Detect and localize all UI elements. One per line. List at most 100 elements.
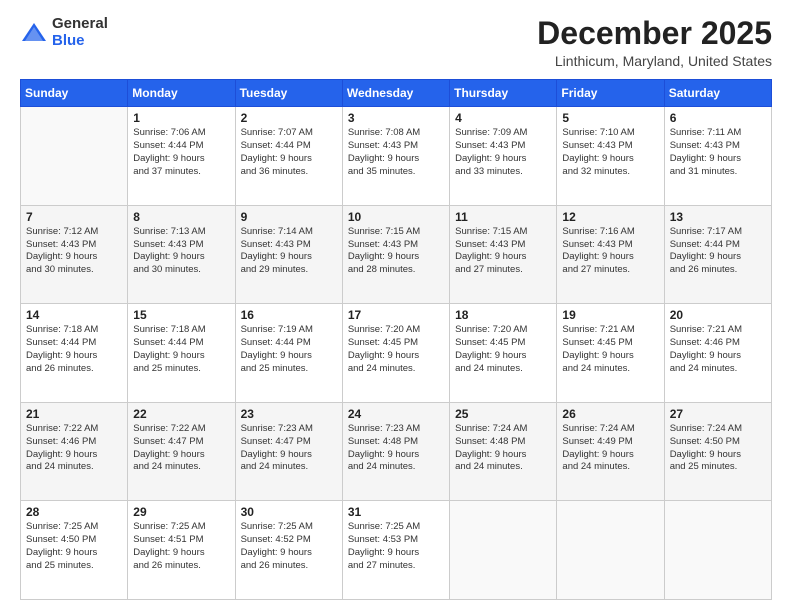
cell-info: Sunrise: 7:20 AM Sunset: 4:45 PM Dayligh… (348, 324, 444, 375)
calendar-cell: 11Sunrise: 7:15 AM Sunset: 4:43 PM Dayli… (450, 205, 557, 304)
calendar-cell: 22 Sunrise: 7:22 AM Sunset: 4:47 PM Dayli… (128, 402, 235, 501)
calendar-cell: 6 Sunrise: 7:11 AM Sunset: 4:43 PM Daylig… (664, 107, 771, 206)
day-number: 24 (348, 407, 444, 421)
calendar-cell: 18Sunrise: 7:20 AM Sunset: 4:45 PM Dayli… (450, 304, 557, 403)
day-number: 26 (562, 407, 658, 421)
cell-info: Sunrise: 7:24 AM Sunset: 4:48 PM Dayligh… (455, 423, 551, 474)
day-number: 12 (562, 210, 658, 224)
calendar-cell: 21 Sunrise: 7:22 AM Sunset: 4:46 PM Dayli… (21, 402, 128, 501)
day-number: 17 (348, 308, 444, 322)
calendar-cell: 30 Sunrise: 7:25 AM Sunset: 4:52 PM Dayli… (235, 501, 342, 600)
cell-info: Sunrise: 7:24 AM Sunset: 4:49 PM Dayligh… (562, 423, 658, 474)
calendar-week-row: 21 Sunrise: 7:22 AM Sunset: 4:46 PM Dayli… (21, 402, 772, 501)
cell-info: Sunrise: 7:16 AM Sunset: 4:43 PM Dayligh… (562, 226, 658, 277)
location: Linthicum, Maryland, United States (537, 53, 772, 69)
day-number: 15 (133, 308, 229, 322)
calendar-header-monday: Monday (128, 80, 235, 107)
calendar-cell: 19Sunrise: 7:21 AM Sunset: 4:45 PM Dayli… (557, 304, 664, 403)
calendar-week-row: 28 Sunrise: 7:25 AM Sunset: 4:50 PM Dayli… (21, 501, 772, 600)
calendar-cell: 24 Sunrise: 7:23 AM Sunset: 4:48 PM Dayli… (342, 402, 449, 501)
cell-info: Sunrise: 7:14 AM Sunset: 4:43 PM Dayligh… (241, 226, 337, 277)
calendar-week-row: 7 Sunrise: 7:12 AM Sunset: 4:43 PM Daylig… (21, 205, 772, 304)
calendar-cell: 12 Sunrise: 7:16 AM Sunset: 4:43 PM Dayli… (557, 205, 664, 304)
calendar-cell: 2 Sunrise: 7:07 AM Sunset: 4:44 PM Daylig… (235, 107, 342, 206)
calendar-cell: 26 Sunrise: 7:24 AM Sunset: 4:49 PM Dayli… (557, 402, 664, 501)
day-number: 4 (455, 111, 551, 125)
day-number: 11 (455, 210, 551, 224)
cell-info: Sunrise: 7:11 AM Sunset: 4:43 PM Dayligh… (670, 127, 766, 178)
cell-info: Sunrise: 7:22 AM Sunset: 4:46 PM Dayligh… (26, 423, 122, 474)
calendar-cell (450, 501, 557, 600)
calendar-table: SundayMondayTuesdayWednesdayThursdayFrid… (20, 79, 772, 600)
calendar-cell: 3Sunrise: 7:08 AM Sunset: 4:43 PM Daylig… (342, 107, 449, 206)
cell-info: Sunrise: 7:19 AM Sunset: 4:44 PM Dayligh… (241, 324, 337, 375)
cell-info: Sunrise: 7:09 AM Sunset: 4:43 PM Dayligh… (455, 127, 551, 178)
calendar-cell: 1Sunrise: 7:06 AM Sunset: 4:44 PM Daylig… (128, 107, 235, 206)
cell-info: Sunrise: 7:22 AM Sunset: 4:47 PM Dayligh… (133, 423, 229, 474)
day-number: 30 (241, 505, 337, 519)
day-number: 2 (241, 111, 337, 125)
calendar-week-row: 14Sunrise: 7:18 AM Sunset: 4:44 PM Dayli… (21, 304, 772, 403)
calendar-cell: 13Sunrise: 7:17 AM Sunset: 4:44 PM Dayli… (664, 205, 771, 304)
cell-info: Sunrise: 7:25 AM Sunset: 4:52 PM Dayligh… (241, 521, 337, 572)
calendar-header-sunday: Sunday (21, 80, 128, 107)
logo-blue: Blue (52, 32, 85, 49)
day-number: 10 (348, 210, 444, 224)
calendar-cell: 8 Sunrise: 7:13 AM Sunset: 4:43 PM Daylig… (128, 205, 235, 304)
day-number: 28 (26, 505, 122, 519)
month-title: December 2025 (537, 16, 772, 51)
calendar-cell (664, 501, 771, 600)
calendar-cell: 14Sunrise: 7:18 AM Sunset: 4:44 PM Dayli… (21, 304, 128, 403)
calendar-cell: 15 Sunrise: 7:18 AM Sunset: 4:44 PM Dayli… (128, 304, 235, 403)
cell-info: Sunrise: 7:13 AM Sunset: 4:43 PM Dayligh… (133, 226, 229, 277)
cell-info: Sunrise: 7:21 AM Sunset: 4:45 PM Dayligh… (562, 324, 658, 375)
cell-info: Sunrise: 7:24 AM Sunset: 4:50 PM Dayligh… (670, 423, 766, 474)
calendar-header-friday: Friday (557, 80, 664, 107)
calendar-week-row: 1Sunrise: 7:06 AM Sunset: 4:44 PM Daylig… (21, 107, 772, 206)
day-number: 20 (670, 308, 766, 322)
calendar-cell: 10 Sunrise: 7:15 AM Sunset: 4:43 PM Dayli… (342, 205, 449, 304)
calendar-cell: 29Sunrise: 7:25 AM Sunset: 4:51 PM Dayli… (128, 501, 235, 600)
calendar-cell: 9 Sunrise: 7:14 AM Sunset: 4:43 PM Daylig… (235, 205, 342, 304)
day-number: 5 (562, 111, 658, 125)
day-number: 16 (241, 308, 337, 322)
cell-info: Sunrise: 7:07 AM Sunset: 4:44 PM Dayligh… (241, 127, 337, 178)
day-number: 27 (670, 407, 766, 421)
cell-info: Sunrise: 7:17 AM Sunset: 4:44 PM Dayligh… (670, 226, 766, 277)
calendar-header-thursday: Thursday (450, 80, 557, 107)
day-number: 7 (26, 210, 122, 224)
day-number: 6 (670, 111, 766, 125)
day-number: 21 (26, 407, 122, 421)
day-number: 8 (133, 210, 229, 224)
title-block: December 2025 Linthicum, Maryland, Unite… (537, 16, 772, 69)
cell-info: Sunrise: 7:23 AM Sunset: 4:48 PM Dayligh… (348, 423, 444, 474)
calendar-cell (557, 501, 664, 600)
calendar-cell: 20Sunrise: 7:21 AM Sunset: 4:46 PM Dayli… (664, 304, 771, 403)
day-number: 25 (455, 407, 551, 421)
header: General Blue December 2025 Linthicum, Ma… (20, 16, 772, 69)
cell-info: Sunrise: 7:23 AM Sunset: 4:47 PM Dayligh… (241, 423, 337, 474)
day-number: 9 (241, 210, 337, 224)
calendar-cell: 25 Sunrise: 7:24 AM Sunset: 4:48 PM Dayli… (450, 402, 557, 501)
calendar-cell: 27 Sunrise: 7:24 AM Sunset: 4:50 PM Dayli… (664, 402, 771, 501)
calendar-cell: 23Sunrise: 7:23 AM Sunset: 4:47 PM Dayli… (235, 402, 342, 501)
calendar-header-tuesday: Tuesday (235, 80, 342, 107)
calendar-cell: 7 Sunrise: 7:12 AM Sunset: 4:43 PM Daylig… (21, 205, 128, 304)
calendar-cell: 17 Sunrise: 7:20 AM Sunset: 4:45 PM Dayli… (342, 304, 449, 403)
day-number: 18 (455, 308, 551, 322)
logo-text: General Blue (52, 16, 108, 49)
cell-info: Sunrise: 7:18 AM Sunset: 4:44 PM Dayligh… (26, 324, 122, 375)
calendar-cell: 31 Sunrise: 7:25 AM Sunset: 4:53 PM Dayli… (342, 501, 449, 600)
cell-info: Sunrise: 7:25 AM Sunset: 4:51 PM Dayligh… (133, 521, 229, 572)
cell-info: Sunrise: 7:25 AM Sunset: 4:53 PM Dayligh… (348, 521, 444, 572)
cell-info: Sunrise: 7:15 AM Sunset: 4:43 PM Dayligh… (348, 226, 444, 277)
cell-info: Sunrise: 7:25 AM Sunset: 4:50 PM Dayligh… (26, 521, 122, 572)
calendar-cell: 5Sunrise: 7:10 AM Sunset: 4:43 PM Daylig… (557, 107, 664, 206)
calendar-header-row: SundayMondayTuesdayWednesdayThursdayFrid… (21, 80, 772, 107)
logo-icon (20, 19, 48, 47)
day-number: 22 (133, 407, 229, 421)
cell-info: Sunrise: 7:18 AM Sunset: 4:44 PM Dayligh… (133, 324, 229, 375)
day-number: 31 (348, 505, 444, 519)
calendar-header-saturday: Saturday (664, 80, 771, 107)
cell-info: Sunrise: 7:12 AM Sunset: 4:43 PM Dayligh… (26, 226, 122, 277)
